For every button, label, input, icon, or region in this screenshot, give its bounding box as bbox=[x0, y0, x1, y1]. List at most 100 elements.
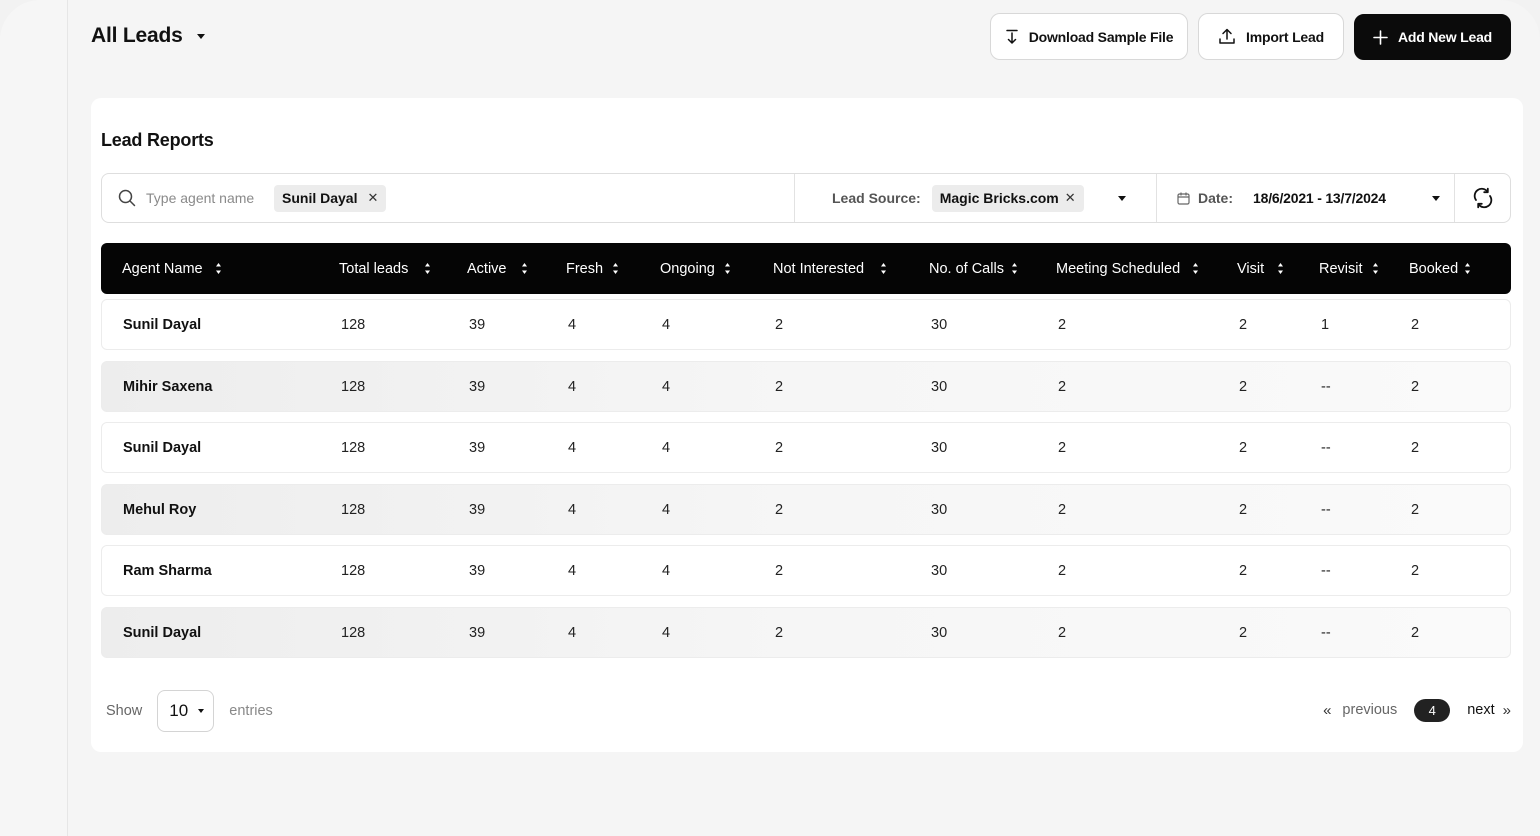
lead-source-filter[interactable]: Lead Source: Magic Bricks.com ✕ bbox=[795, 174, 1157, 222]
cell-meeting-scheduled: 2 bbox=[1058, 316, 1067, 333]
column-header-total-leads[interactable]: Total leads bbox=[339, 243, 408, 294]
current-page-button[interactable]: 4 bbox=[1414, 698, 1451, 722]
table-row[interactable]: Mehul Roy 128 39 4 4 2 30 2 2 -- 2 bbox=[101, 484, 1511, 535]
column-header-label: Meeting Scheduled bbox=[1056, 260, 1181, 277]
cell-booked: 2 bbox=[1411, 624, 1420, 641]
sort-icon[interactable] bbox=[1464, 262, 1471, 280]
column-header-visit[interactable]: Visit bbox=[1237, 243, 1264, 294]
cell-revisit: -- bbox=[1321, 624, 1331, 641]
chevron-down-icon[interactable] bbox=[1118, 196, 1126, 201]
sort-icon[interactable] bbox=[1192, 262, 1199, 280]
all-leads-dropdown[interactable]: All Leads bbox=[91, 24, 205, 48]
table-row[interactable]: Ram Sharma 128 39 4 4 2 30 2 2 -- 2 bbox=[101, 545, 1511, 596]
cell-total-leads: 128 bbox=[341, 501, 366, 518]
cell-fresh: 4 bbox=[568, 562, 577, 579]
cell-ongoing: 4 bbox=[662, 624, 671, 641]
table-row[interactable]: Mihir Saxena 128 39 4 4 2 30 2 2 -- 2 bbox=[101, 361, 1511, 412]
close-icon[interactable]: ✕ bbox=[1065, 190, 1076, 206]
cell-agent-name: Mehul Roy bbox=[123, 501, 197, 518]
search-icon bbox=[118, 189, 136, 207]
page-size-select[interactable]: 10 bbox=[157, 690, 215, 732]
sort-icon[interactable] bbox=[1277, 262, 1284, 280]
cell-ongoing: 4 bbox=[662, 439, 671, 456]
cell-meeting-scheduled: 2 bbox=[1058, 439, 1067, 456]
previous-page-button[interactable]: « previous bbox=[1323, 702, 1397, 719]
sort-icon[interactable] bbox=[880, 262, 887, 280]
refresh-icon bbox=[1473, 187, 1492, 209]
lead-source-label: Lead Source: bbox=[832, 190, 921, 206]
table-row[interactable]: Sunil Dayal 128 39 4 4 2 30 2 2 1 2 bbox=[101, 299, 1511, 350]
column-header-label: Revisit bbox=[1319, 260, 1363, 277]
cell-agent-name: Sunil Dayal bbox=[123, 439, 202, 456]
agent-chip-label: Sunil Dayal bbox=[282, 190, 358, 206]
download-sample-file-button[interactable]: Download Sample File bbox=[990, 13, 1188, 60]
cell-fresh: 4 bbox=[568, 624, 577, 641]
chevron-down-icon bbox=[198, 709, 205, 713]
column-header-ongoing[interactable]: Ongoing bbox=[660, 243, 715, 294]
column-header-fresh[interactable]: Fresh bbox=[566, 243, 603, 294]
sort-icon[interactable] bbox=[724, 262, 731, 280]
cell-agent-name: Sunil Dayal bbox=[123, 316, 202, 333]
agent-search-input[interactable] bbox=[146, 190, 264, 206]
page-title: All Leads bbox=[91, 24, 183, 47]
cell-meeting-scheduled: 2 bbox=[1058, 562, 1067, 579]
column-header-no-of-calls[interactable]: No. of Calls bbox=[929, 243, 1004, 294]
column-header-agent-name[interactable]: Agent Name bbox=[122, 243, 203, 294]
chevron-down-icon[interactable] bbox=[1432, 196, 1440, 201]
cell-fresh: 4 bbox=[568, 439, 577, 456]
cell-no-of-calls: 30 bbox=[931, 501, 948, 518]
date-range-value: 18/6/2021 - 13/7/2024 bbox=[1253, 190, 1386, 206]
section-title: Lead Reports bbox=[101, 130, 214, 150]
column-header-label: Active bbox=[467, 260, 507, 277]
previous-label: previous bbox=[1342, 702, 1398, 718]
column-header-meeting-scheduled[interactable]: Meeting Scheduled bbox=[1056, 243, 1180, 294]
table-row[interactable]: Sunil Dayal 128 39 4 4 2 30 2 2 -- 2 bbox=[101, 607, 1511, 658]
column-header-label: Visit bbox=[1237, 260, 1265, 277]
import-lead-button[interactable]: Import Lead bbox=[1198, 13, 1344, 60]
cell-fresh: 4 bbox=[568, 316, 577, 333]
upload-icon bbox=[1219, 28, 1235, 44]
column-header-label: Booked bbox=[1409, 260, 1459, 277]
cell-ongoing: 4 bbox=[662, 562, 671, 579]
sort-icon[interactable] bbox=[612, 262, 619, 280]
sort-icon[interactable] bbox=[521, 262, 528, 280]
import-lead-label: Import Lead bbox=[1246, 28, 1324, 45]
download-icon bbox=[1005, 29, 1018, 44]
sort-icon[interactable] bbox=[1372, 262, 1379, 280]
agent-search: Sunil Dayal ✕ bbox=[102, 174, 795, 222]
sort-icon[interactable] bbox=[215, 262, 222, 280]
column-header-label: Not Interested bbox=[773, 260, 865, 277]
cell-visit: 2 bbox=[1239, 439, 1248, 456]
column-header-not-interested[interactable]: Not Interested bbox=[773, 243, 864, 294]
cell-meeting-scheduled: 2 bbox=[1058, 624, 1067, 641]
column-header-label: Total leads bbox=[339, 260, 409, 277]
refresh-button[interactable] bbox=[1455, 174, 1510, 222]
cell-booked: 2 bbox=[1411, 378, 1420, 395]
pagination: « previous 4 next » bbox=[1323, 698, 1511, 722]
table-header: Agent Name Total leads Active Fresh Ongoing N… bbox=[101, 243, 1511, 294]
next-page-button[interactable]: next » bbox=[1467, 702, 1511, 719]
sort-icon[interactable] bbox=[1011, 262, 1018, 280]
close-icon[interactable]: ✕ bbox=[367, 190, 378, 206]
sort-icon[interactable] bbox=[424, 262, 431, 280]
cell-visit: 2 bbox=[1239, 562, 1248, 579]
column-header-booked[interactable]: Booked bbox=[1409, 243, 1458, 294]
table-row[interactable]: Sunil Dayal 128 39 4 4 2 30 2 2 -- 2 bbox=[101, 422, 1511, 473]
cell-active: 39 bbox=[469, 378, 486, 395]
page-size-value: 10 bbox=[169, 701, 189, 720]
cell-not-interested: 2 bbox=[775, 562, 784, 579]
column-header-label: No. of Calls bbox=[929, 260, 1004, 277]
add-new-lead-button[interactable]: Add New Lead bbox=[1354, 14, 1511, 60]
cell-agent-name: Sunil Dayal bbox=[123, 624, 202, 641]
date-filter[interactable]: Date: 18/6/2021 - 13/7/2024 bbox=[1157, 174, 1455, 222]
column-header-active[interactable]: Active bbox=[467, 243, 507, 294]
cell-revisit: -- bbox=[1321, 439, 1331, 456]
main-area: All Leads Download Sample File Import Le… bbox=[68, 0, 1540, 836]
cell-fresh: 4 bbox=[568, 501, 577, 518]
cell-booked: 2 bbox=[1411, 562, 1420, 579]
column-header-revisit[interactable]: Revisit bbox=[1319, 243, 1363, 294]
cell-ongoing: 4 bbox=[662, 378, 671, 395]
cell-agent-name: Ram Sharma bbox=[123, 562, 212, 579]
cell-not-interested: 2 bbox=[775, 501, 784, 518]
sidebar bbox=[0, 0, 68, 836]
